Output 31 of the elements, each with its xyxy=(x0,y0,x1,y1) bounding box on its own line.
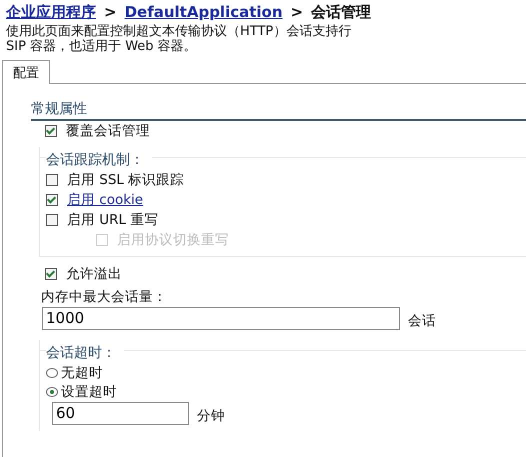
checkbox[interactable] xyxy=(46,214,58,226)
unit-label: 会话 xyxy=(408,312,436,330)
breadcrumb-separator: > xyxy=(104,3,117,21)
section-title: 常规属性 xyxy=(31,100,526,121)
breadcrumb-link[interactable]: DefaultApplication xyxy=(124,3,283,21)
checkbox-label: 启用 URL 重写 xyxy=(67,211,158,229)
group-legend: 会话跟踪机制： xyxy=(46,151,152,169)
checkbox-label: 启用 SSL 标识跟踪 xyxy=(67,171,184,189)
description-text: 使用此页面来配置控制超文本传输协议（HTTP）会话支持行 xyxy=(6,24,352,39)
checkbox[interactable] xyxy=(46,194,58,206)
radio-button[interactable] xyxy=(46,386,58,396)
group-legend: 会话超时： xyxy=(46,344,124,362)
checkbox-link[interactable]: 启用 cookie xyxy=(67,191,144,209)
breadcrumb-current: 会话管理 xyxy=(311,3,372,22)
checkbox-label: 允许溢出 xyxy=(66,265,122,283)
checkbox-label: 启用协议切换重写 xyxy=(117,231,229,249)
radio-label: 设置超时 xyxy=(61,382,117,400)
checkbox[interactable] xyxy=(45,125,57,137)
radio-label: 无超时 xyxy=(61,364,103,382)
input-field[interactable]: 60 xyxy=(52,402,189,424)
checkbox[interactable] xyxy=(45,268,57,280)
tab[interactable]: 配置 xyxy=(2,60,50,84)
unit-label: 分钟 xyxy=(197,407,225,425)
description-text: SIP 容器，也适用于 Web 容器。 xyxy=(6,39,198,54)
checkbox-label: 覆盖会话管理 xyxy=(66,122,150,140)
checkbox[interactable] xyxy=(46,174,58,186)
breadcrumb-link[interactable]: 企业应用程序 xyxy=(6,3,96,22)
field-label: 内存中最大会话量： xyxy=(41,288,168,306)
input-field[interactable]: 1000 xyxy=(42,306,400,330)
breadcrumb-separator: > xyxy=(290,3,304,21)
radio-button[interactable] xyxy=(46,368,58,378)
